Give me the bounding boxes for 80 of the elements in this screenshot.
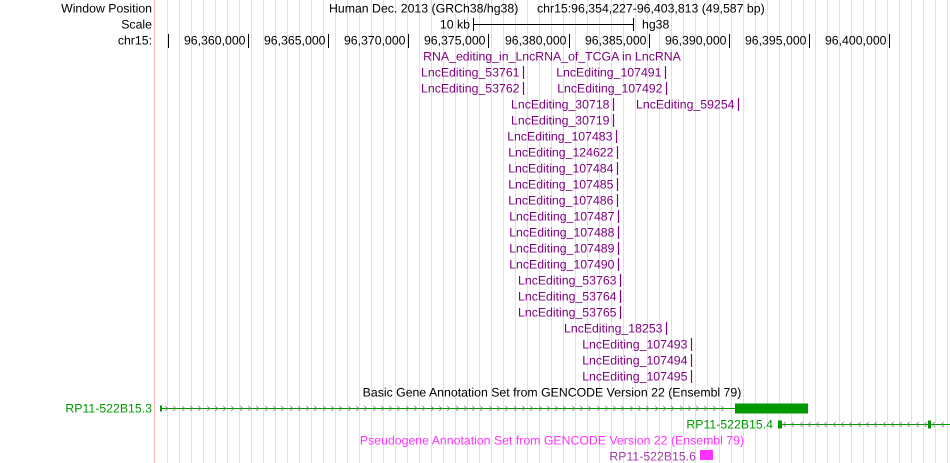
feature-label[interactable]: LncEditing_53762	[421, 82, 520, 96]
editing-site-mark[interactable]	[666, 322, 668, 335]
ruler-tick	[649, 34, 650, 48]
editing-site-mark[interactable]	[618, 210, 620, 223]
gene-label[interactable]: RP11-522B15.4	[686, 418, 773, 432]
editing-site-mark[interactable]	[616, 130, 618, 143]
ruler-label: 96,360,000	[184, 34, 246, 48]
feature-label[interactable]: LncEditing_30718	[511, 98, 610, 112]
ruler-label: 96,400,000	[824, 34, 886, 48]
feature-label[interactable]: LncEditing_107486	[508, 194, 614, 208]
chromosome-label: chr15:	[118, 34, 152, 48]
editing-site-mark[interactable]	[690, 354, 692, 367]
feature-label[interactable]: LncEditing_124622	[508, 146, 614, 160]
ruler-label: 96,380,000	[504, 34, 566, 48]
editing-site-mark[interactable]	[738, 98, 740, 111]
editing-site-mark[interactable]	[616, 162, 618, 175]
ruler-tick	[408, 34, 409, 48]
feature-label[interactable]: LncEditing_107484	[508, 162, 614, 176]
row-label: Scale	[121, 18, 152, 32]
editing-site-mark[interactable]	[612, 114, 614, 127]
ruler-tick	[569, 34, 570, 48]
feature-label[interactable]: LncEditing_53764	[518, 290, 616, 304]
feature-label[interactable]: LncEditing_107492	[557, 82, 662, 96]
feature-label[interactable]: LncEditing_30719	[511, 114, 610, 128]
editing-site-mark[interactable]	[616, 178, 618, 191]
assembly-title: Human Dec. 2013 (GRCh38/hg38)	[329, 2, 518, 16]
editing-site-mark[interactable]	[664, 66, 666, 79]
feature-label[interactable]: LncEditing_107485	[508, 178, 614, 192]
ruler-label: 96,365,000	[264, 34, 326, 48]
feature-label[interactable]: LncEditing_59254	[636, 98, 734, 112]
editing-site-mark[interactable]	[616, 194, 618, 207]
ruler-label: 96,375,000	[424, 34, 486, 48]
editing-site-mark[interactable]	[618, 242, 620, 255]
gene-label[interactable]: RP11-522B15.6	[609, 450, 696, 463]
feature-label[interactable]: LncEditing_107489	[509, 242, 614, 256]
gene-model[interactable]	[778, 420, 950, 428]
editing-site-mark[interactable]	[616, 146, 618, 159]
ruler-label: 96,390,000	[664, 34, 726, 48]
scale-text: 10 kb	[440, 18, 470, 32]
position-text: chr15:96,354,227-96,403,813 (49,587 bp)	[537, 2, 765, 16]
ruler-tick	[729, 34, 730, 48]
ruler-tick	[328, 34, 329, 48]
editing-site-mark[interactable]	[522, 66, 524, 79]
ruler-label: 96,395,000	[744, 34, 806, 48]
feature-label[interactable]: LncEditing_107488	[509, 226, 614, 240]
assembly-name: hg38	[642, 18, 670, 32]
editing-site-mark[interactable]	[618, 258, 620, 271]
feature-label[interactable]: LncEditing_107490	[509, 258, 614, 272]
feature-label[interactable]: LncEditing_107483	[507, 130, 612, 144]
feature-label[interactable]: LncEditing_53761	[421, 66, 520, 80]
gene-label[interactable]: RP11-522B15.3	[65, 402, 152, 416]
track-title: Basic Gene Annotation Set from GENCODE Version 22 (Ensembl 79)	[362, 386, 742, 400]
track-title: RNA_editing_in_LncRNA_of_TCGA in LncRNA	[423, 50, 681, 64]
ruler-tick	[168, 34, 169, 48]
editing-site-mark[interactable]	[522, 82, 524, 95]
feature-label[interactable]: LncEditing_18253	[564, 322, 662, 336]
editing-site-mark[interactable]	[620, 290, 622, 303]
row-label: Window Position	[61, 2, 152, 16]
feature-label[interactable]: LncEditing_107487	[509, 210, 614, 224]
gene-model[interactable]	[160, 404, 808, 414]
editing-site-mark[interactable]	[612, 98, 614, 111]
feature-label[interactable]: LncEditing_107494	[582, 354, 688, 368]
ruler-label: 96,385,000	[584, 34, 646, 48]
ruler-label: 96,370,000	[344, 34, 406, 48]
editing-site-mark[interactable]	[618, 226, 620, 239]
feature-label[interactable]: LncEditing_107493	[582, 338, 688, 352]
editing-site-mark[interactable]	[666, 82, 668, 95]
ruler-tick	[809, 34, 810, 48]
ruler-tick	[248, 34, 249, 48]
editing-site-mark[interactable]	[620, 306, 622, 319]
track-title: Pseudogene Annotation Set from GENCODE Version 22 (Ensembl 79)	[360, 434, 744, 448]
feature-label[interactable]: LncEditing_53763	[518, 274, 616, 288]
ruler-tick	[488, 34, 489, 48]
feature-label[interactable]: LncEditing_107495	[582, 370, 688, 384]
feature-label[interactable]: LncEditing_107491	[556, 66, 662, 80]
editing-site-mark[interactable]	[620, 274, 622, 287]
ruler-tick	[889, 34, 890, 48]
editing-site-mark[interactable]	[690, 370, 692, 383]
editing-site-mark[interactable]	[690, 338, 692, 351]
feature-label[interactable]: LncEditing_53765	[518, 306, 616, 320]
